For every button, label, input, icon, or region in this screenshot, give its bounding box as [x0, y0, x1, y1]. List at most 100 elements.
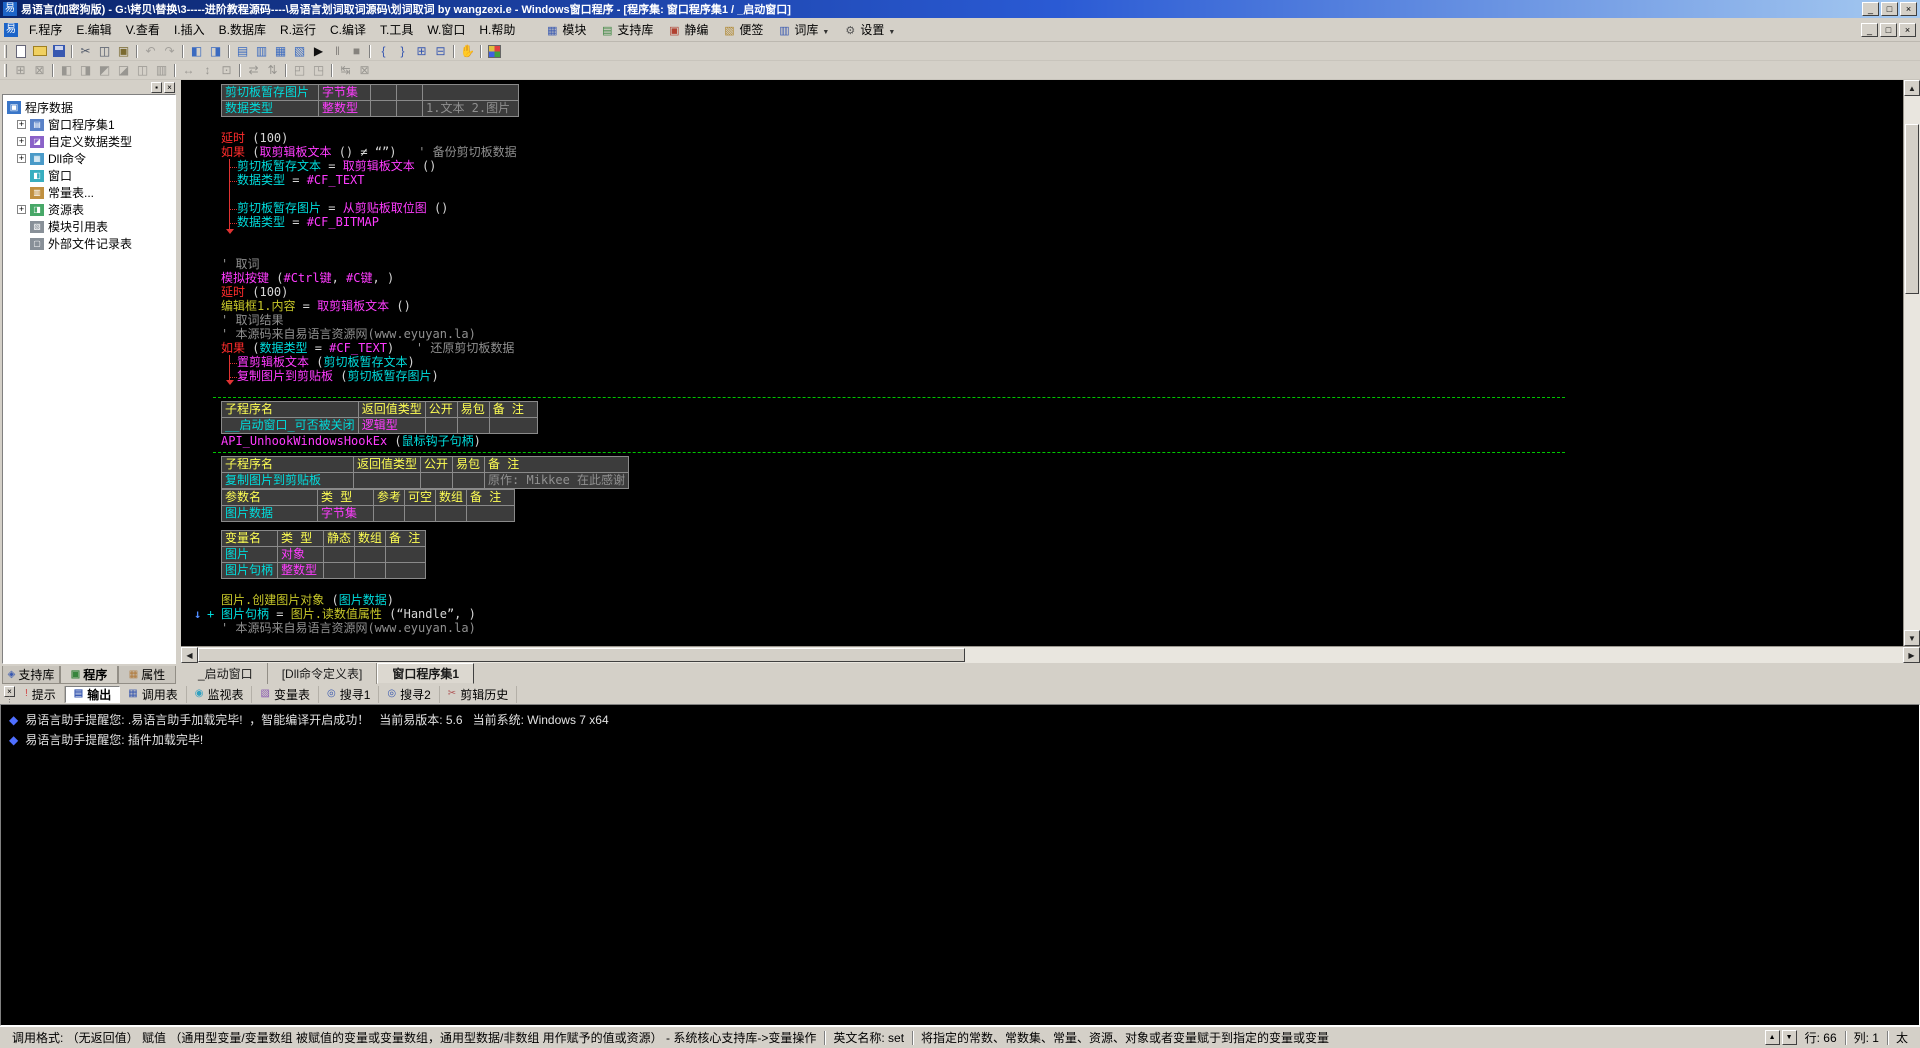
tab-properties[interactable]: ▦ 属性: [118, 666, 176, 684]
maximize-button[interactable]: □: [1881, 2, 1898, 16]
menu-tools[interactable]: T.工具: [373, 17, 420, 42]
scroll-right-button[interactable]: ▶: [1903, 647, 1920, 663]
tab-search-2[interactable]: ◎ 搜寻2: [379, 685, 440, 703]
tab-output[interactable]: ▤ 输出: [64, 685, 121, 703]
editor-horizontal-scrollbar[interactable]: ◀ ▶: [181, 646, 1920, 663]
code-line[interactable]: 数据类型 = #CF_BITMAP: [221, 215, 1903, 229]
code-line[interactable]: ' 取词结果: [221, 313, 1903, 327]
code-table[interactable]: 变量名类 型静态 数组备 注图片 对象 图片句柄 整数型: [221, 530, 427, 579]
tab-program[interactable]: ▣ 程序: [60, 666, 118, 684]
code-line[interactable]: ' 本源码来自易语言资源网(www.eyuyan.la): [221, 621, 1903, 635]
expand-all-button[interactable]: ⊞: [412, 43, 431, 60]
view-workspace-button[interactable]: ◧: [187, 43, 206, 60]
code-line[interactable]: 如果 (取剪辑板文本 () ≠ “”) ' 备份剪切板数据: [221, 145, 1903, 159]
code-table[interactable]: 子程序名 返回值类型 公开 易包备 注 __启动窗口_可否被关闭 逻辑型: [221, 401, 538, 434]
menu-window[interactable]: W.窗口: [420, 17, 472, 42]
code-line[interactable]: 图片.创建图片对象 (图片数据): [221, 593, 1903, 607]
expand-icon[interactable]: +: [17, 154, 26, 163]
code-line[interactable]: 剪切板暂存文本 = 取剪辑板文本 (): [221, 159, 1903, 173]
menu-static-compile[interactable]: ▣ 静编: [660, 17, 715, 42]
code-line[interactable]: 置剪辑板文本 (剪切板暂存文本): [221, 355, 1903, 369]
tree-item-dll-commands[interactable]: + ▦ Dll命令: [5, 150, 173, 167]
code-line[interactable]: API_UnhookWindowsHookEx (鼠标钩子句柄): [221, 434, 1903, 448]
tab-watch-table[interactable]: ◉ 监视表: [187, 685, 253, 703]
panel-pin-button[interactable]: ▪: [151, 82, 162, 93]
cut-button[interactable]: ✂: [76, 43, 95, 60]
code-line[interactable]: [221, 187, 1903, 201]
code-line[interactable]: 延时 (100): [221, 131, 1903, 145]
code-editor[interactable]: 剪切板暂存图片 字节集 数据类型 整数型 1.文本 2.图片延时 (100) 如果 (取剪…: [181, 80, 1903, 646]
insert-code-block-button[interactable]: {: [374, 43, 393, 60]
view-output-panel-button[interactable]: ▦: [271, 43, 290, 60]
tree-item-constants-table[interactable]: ▥ 常量表...: [5, 184, 173, 201]
toolbar-grip-2[interactable]: [4, 63, 7, 77]
status-scroll-up-button[interactable]: ▲: [1764, 1030, 1780, 1045]
scroll-left-button[interactable]: ◀: [181, 647, 198, 663]
tab-variable-table[interactable]: ▧ 变量表: [252, 685, 319, 703]
menu-help[interactable]: H.帮助: [472, 17, 522, 42]
collapse-all-button[interactable]: ⊟: [431, 43, 450, 60]
view-code-editor-button[interactable]: ▥: [252, 43, 271, 60]
tab-clip-history[interactable]: ✂ 剪辑历史: [440, 685, 518, 703]
code-line[interactable]: ↓ + 图片句柄 = 图片.读数值属性 (“Handle”, ): [194, 607, 1903, 621]
tree-item-window[interactable]: ◧ 窗口: [5, 167, 173, 184]
code-table[interactable]: 子程序名 返回值类型 公开 易包备 注复制图片到剪贴板 原作: Mikkee 在此感谢: [221, 456, 630, 489]
view-properties-button[interactable]: ◨: [206, 43, 225, 60]
code-line[interactable]: [221, 229, 1903, 243]
menu-program[interactable]: F.程序: [22, 17, 69, 42]
menu-dictionary[interactable]: ▥ 词库 ▼: [770, 17, 836, 42]
output-content[interactable]: ◆ 易语言助手提醒您: .易语言助手加载完毕! ，智能编译开启成功！ 当前易版本:…: [0, 704, 1920, 1026]
scroll-up-button[interactable]: ▲: [1904, 80, 1920, 96]
mdi-restore-button[interactable]: □: [1880, 22, 1897, 37]
view-form-designer-button[interactable]: ▤: [233, 43, 252, 60]
editor-vertical-scrollbar[interactable]: ▲ ▼: [1903, 80, 1920, 646]
menu-support-library[interactable]: ▤ 支持库: [593, 17, 660, 42]
hscroll-thumb[interactable]: [198, 648, 966, 662]
code-line[interactable]: 如果 (数据类型 = #CF_TEXT) ' 还原剪切板数据: [221, 341, 1903, 355]
expand-icon[interactable]: +: [17, 120, 26, 129]
mdi-minimize-button[interactable]: _: [1861, 22, 1878, 37]
copy-button[interactable]: ◫: [95, 43, 114, 60]
tab-hint[interactable]: ! 提示: [17, 685, 65, 703]
code-line[interactable]: 模拟按键 (#Ctrl键, #C键, ): [221, 271, 1903, 285]
remove-code-block-button[interactable]: }: [393, 43, 412, 60]
tab-support-library[interactable]: ◈ 支持库: [2, 666, 60, 684]
code-line[interactable]: ' 本源码来自易语言资源网(www.eyuyan.la): [221, 327, 1903, 341]
plugin-manager-button[interactable]: [485, 43, 504, 60]
menu-edit[interactable]: E.编辑: [69, 17, 118, 42]
menu-settings[interactable]: ⚙ 设置 ▼: [836, 17, 902, 42]
tree-item-custom-data-types[interactable]: + ◪ 自定义数据类型: [5, 133, 173, 150]
code-line[interactable]: 数据类型 = #CF_TEXT: [221, 173, 1903, 187]
code-table[interactable]: 剪切板暂存图片 字节集 数据类型 整数型 1.文本 2.图片: [221, 84, 519, 117]
code-line[interactable]: 复制图片到剪贴板 (剪切板暂存图片): [221, 369, 1903, 383]
vscroll-thumb[interactable]: [1905, 124, 1919, 294]
status-scroll-down-button[interactable]: ▼: [1781, 1030, 1797, 1045]
run-button[interactable]: ▶: [309, 43, 328, 60]
menu-run[interactable]: R.运行: [273, 17, 323, 42]
tab-search-1[interactable]: ◎ 搜寻1: [319, 685, 380, 703]
menu-view[interactable]: V.查看: [119, 17, 167, 42]
menu-notes[interactable]: ▧ 便签: [715, 17, 770, 42]
menu-insert[interactable]: I.插入: [167, 17, 212, 42]
save-file-button[interactable]: [49, 43, 68, 60]
tree-item-window-program-set[interactable]: + ▤ 窗口程序集1: [5, 116, 173, 133]
menu-database[interactable]: B.数据库: [212, 17, 273, 42]
menu-compile[interactable]: C.编译: [323, 17, 373, 42]
scroll-down-button[interactable]: ▼: [1904, 630, 1920, 646]
tree-item-module-references[interactable]: ▧ 模块引用表: [5, 218, 173, 235]
mdi-system-menu-icon[interactable]: 易: [4, 22, 18, 37]
open-file-button[interactable]: [30, 43, 49, 60]
code-line[interactable]: ' 取词: [221, 257, 1903, 271]
menu-module[interactable]: ▦ 模块: [538, 17, 593, 42]
tree-item-external-files[interactable]: ▢ 外部文件记录表: [5, 235, 173, 252]
output-panel-grip[interactable]: ⋮: [6, 695, 14, 703]
tab-window-program-set[interactable]: 窗口程序集1: [377, 663, 475, 684]
panel-close-button[interactable]: ×: [164, 82, 175, 93]
tab-startup-window[interactable]: _启动窗口: [184, 663, 268, 684]
tree-item-resources-table[interactable]: + ◨ 资源表: [5, 201, 173, 218]
hscroll-track[interactable]: [198, 647, 1903, 663]
code-line[interactable]: [221, 243, 1903, 257]
mdi-close-button[interactable]: ×: [1899, 22, 1916, 37]
tree-root-program-data[interactable]: ▣ 程序数据: [5, 98, 173, 116]
minimize-button[interactable]: _: [1862, 2, 1879, 16]
